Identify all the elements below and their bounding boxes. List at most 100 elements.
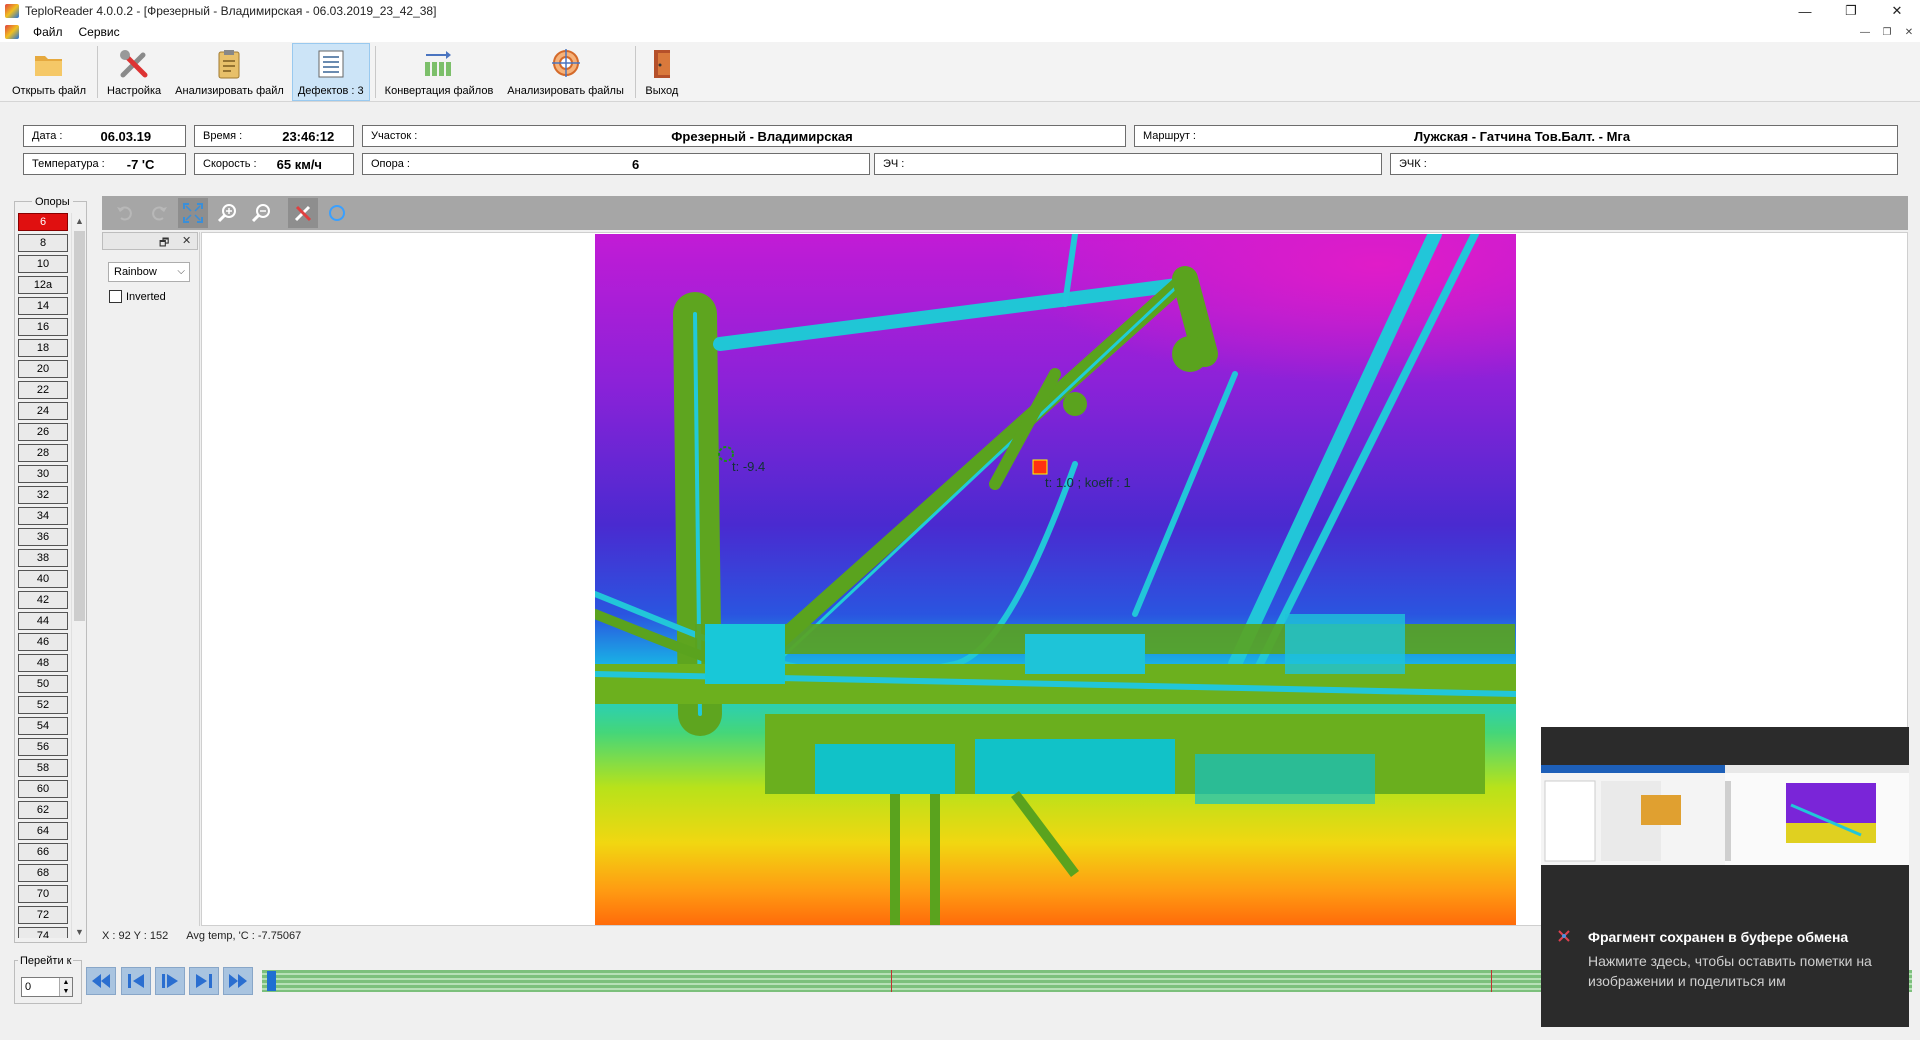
prev-frame-button[interactable] [121, 967, 151, 995]
support-item[interactable]: 70 [18, 885, 68, 903]
palette-panel: 🗗 ✕ Rainbow ⌵ Inverted [102, 232, 200, 926]
support-item[interactable]: 42 [18, 591, 68, 609]
restore-button[interactable]: ❐ [1828, 0, 1874, 22]
palette-select[interactable]: Rainbow ⌵ [108, 262, 190, 282]
thermal-image[interactable]: t: -9.4 t: 1.0 ; koeff : 1 [595, 234, 1516, 926]
support-item[interactable]: 52 [18, 696, 68, 714]
support-item[interactable]: 34 [18, 507, 68, 525]
mdi-restore-button[interactable]: ❐ [1876, 22, 1898, 42]
defect-marker[interactable] [1491, 970, 1492, 992]
open-file-button[interactable]: Открыть файл [6, 43, 92, 101]
support-item[interactable]: 40 [18, 570, 68, 588]
support-field: Опора : 6 [362, 153, 870, 175]
defects-button[interactable]: Дефектов : 3 [291, 43, 370, 101]
minimize-button[interactable]: — [1782, 0, 1828, 22]
support-item[interactable]: 16 [18, 318, 68, 336]
support-item[interactable]: 24 [18, 402, 68, 420]
support-item[interactable]: 28 [18, 444, 68, 462]
scroll-down-icon[interactable]: ▼ [72, 924, 87, 940]
exit-button[interactable]: Выход [639, 43, 685, 101]
goto-input[interactable]: 0 ▲ ▼ [21, 977, 73, 997]
mdi-app-icon[interactable] [5, 25, 19, 39]
support-item[interactable]: 38 [18, 549, 68, 567]
inverted-checkbox[interactable] [109, 290, 122, 303]
support-item[interactable]: 62 [18, 801, 68, 819]
scroll-thumb[interactable] [74, 231, 85, 621]
target-icon [549, 47, 583, 81]
ech-field: ЭЧ : [874, 153, 1382, 175]
title-bar: TeploReader 4.0.0.2 - [Фрезерный - Влади… [0, 0, 1920, 22]
support-item[interactable]: 64 [18, 822, 68, 840]
settings-tools-icon[interactable] [288, 198, 318, 228]
support-item[interactable]: 14 [18, 297, 68, 315]
play-button[interactable] [155, 967, 185, 995]
undo-icon[interactable] [110, 198, 140, 228]
support-item[interactable]: 10 [18, 255, 68, 273]
support-item[interactable]: 54 [18, 717, 68, 735]
tools-icon [117, 47, 151, 81]
last-frame-button[interactable] [223, 967, 253, 995]
support-item[interactable]: 32 [18, 486, 68, 504]
mdi-close-button[interactable]: ✕ [1898, 22, 1920, 42]
support-item[interactable]: 46 [18, 633, 68, 651]
image-toolbar [102, 196, 1908, 230]
menu-file[interactable]: Файл [25, 25, 71, 39]
support-item[interactable]: 30 [18, 465, 68, 483]
support-item[interactable]: 36 [18, 528, 68, 546]
next-frame-button[interactable] [189, 967, 219, 995]
support-item[interactable]: 60 [18, 780, 68, 798]
support-item[interactable]: 66 [18, 843, 68, 861]
zoom-in-icon[interactable] [212, 198, 242, 228]
support-item[interactable]: 50 [18, 675, 68, 693]
analyze-file-button[interactable]: Анализировать файл [169, 43, 290, 101]
support-item[interactable]: 56 [18, 738, 68, 756]
play-icon [162, 974, 178, 988]
inverted-checkbox-row[interactable]: Inverted [109, 290, 166, 303]
support-item[interactable]: 18 [18, 339, 68, 357]
support-item[interactable]: 68 [18, 864, 68, 882]
float-icon[interactable]: 🗗 [159, 234, 169, 253]
support-item[interactable]: 8 [18, 234, 68, 252]
defect-hotspot[interactable] [1032, 459, 1048, 475]
analyze-files-button[interactable]: Анализировать файлы [501, 43, 630, 101]
toolbar-separator [97, 46, 98, 98]
zoom-out-icon[interactable] [246, 198, 276, 228]
support-item[interactable]: 58 [18, 759, 68, 777]
support-item[interactable]: 20 [18, 360, 68, 378]
step-back-icon [128, 974, 144, 988]
support-item[interactable]: 72 [18, 906, 68, 924]
close-panel-icon[interactable]: ✕ [182, 234, 191, 247]
defect-marker[interactable] [891, 970, 892, 992]
support-item[interactable]: 6 [18, 213, 68, 231]
support-item[interactable]: 74 [18, 927, 68, 938]
support-item[interactable]: 48 [18, 654, 68, 672]
marker-label-2: t: 1.0 ; koeff : 1 [1045, 475, 1131, 490]
supports-list: 6 8 10 12а 14 16 18 20 22 24 26 28 30 32 34 36 38 40 42 44 4… [18, 213, 70, 938]
first-frame-button[interactable] [86, 967, 116, 995]
scroll-up-icon[interactable]: ▲ [72, 213, 87, 229]
convert-files-button[interactable]: Конвертация файлов [379, 43, 500, 101]
date-field: Дата : 06.03.19 [23, 125, 186, 147]
supports-scrollbar[interactable]: ▲ ▼ [71, 213, 86, 940]
rewind-icon [92, 974, 110, 988]
settings-button[interactable]: Настройка [101, 43, 167, 101]
supports-title: Опоры [32, 196, 73, 208]
fit-icon[interactable] [178, 198, 208, 228]
mdi-minimize-button[interactable]: — [1854, 22, 1876, 42]
support-item[interactable]: 44 [18, 612, 68, 630]
snip-tool-icon [1557, 929, 1571, 943]
clipboard-icon [212, 47, 246, 81]
snip-notification[interactable]: Фрагмент сохранен в буфере обмена Нажмит… [1541, 727, 1909, 1027]
support-item[interactable]: 26 [18, 423, 68, 441]
screenshot-preview[interactable] [1541, 765, 1909, 865]
circle-select-icon[interactable] [322, 198, 352, 228]
support-item[interactable]: 12а [18, 276, 68, 294]
spin-arrows-icon[interactable]: ▲ ▼ [59, 978, 72, 996]
support-item[interactable]: 22 [18, 381, 68, 399]
menu-service[interactable]: Сервис [71, 25, 128, 39]
section-field: Участок : Фрезерный - Владимирская [362, 125, 1126, 147]
timeline-thumb[interactable] [267, 971, 276, 991]
redo-icon[interactable] [144, 198, 174, 228]
toolbar-separator [374, 46, 376, 98]
close-button[interactable]: ✕ [1874, 0, 1920, 22]
